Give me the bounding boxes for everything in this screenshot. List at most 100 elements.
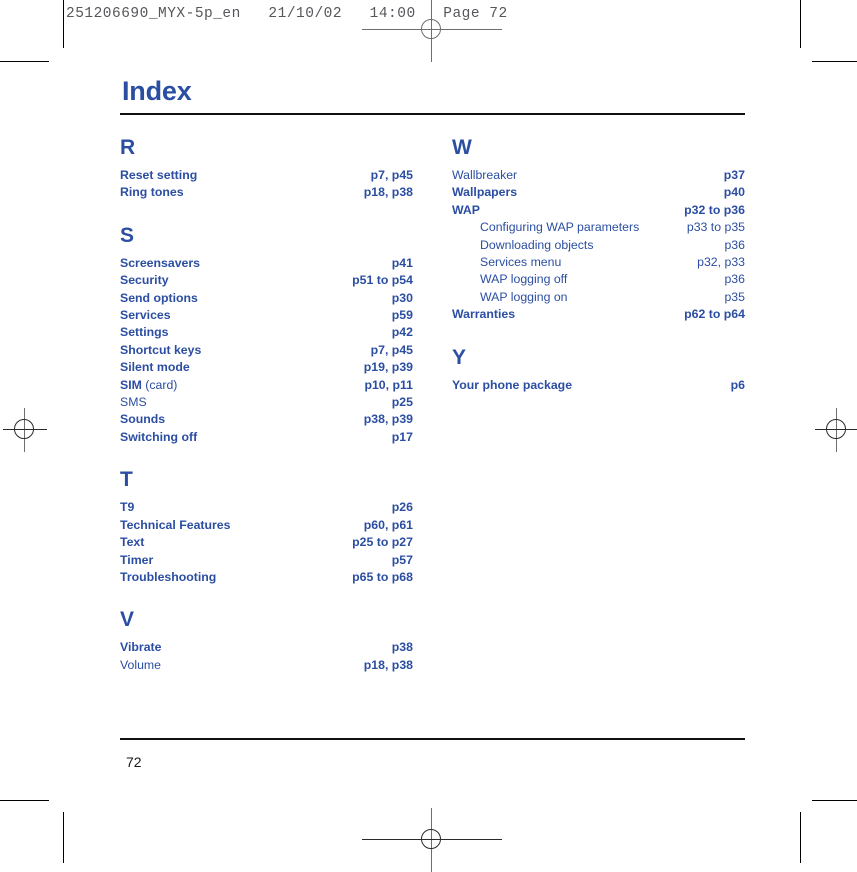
index-letter-group: S Screensavers p41 Security p51 to p54 Send o… — [120, 225, 413, 446]
index-entry-pages: p36 — [724, 237, 745, 252]
index-entry-pages: p41 — [391, 255, 413, 270]
index-entry-pages: p51 to p54 — [352, 273, 413, 288]
index-entry-label: SIM (card) — [120, 377, 177, 394]
index-columns: R Reset setting p7, p45 Ring tones p18, p38 S… — [120, 137, 745, 674]
index-entry-pages: p17 — [391, 429, 413, 444]
index-entry-pages: p65 to p68 — [352, 569, 413, 584]
index-entry-pages: p25 to p27 — [352, 535, 413, 550]
index-entry-label: Configuring WAP parameters — [480, 220, 640, 235]
index-entry[interactable]: Configuring WAP parameters p33 to p35 — [452, 219, 745, 236]
index-entry-label: SMS — [120, 395, 147, 410]
registration-ring — [826, 419, 846, 439]
index-entry-label: Troubleshooting — [120, 569, 217, 584]
index-entry-pages: p18, p38 — [363, 657, 413, 672]
index-letter-group: W Wallbreaker p37 Wallpapers p40 WAP p32 to p3… — [452, 137, 745, 324]
index-entry-label-main: SIM — [120, 377, 142, 392]
index-entry-label: Switching off — [120, 429, 198, 444]
index-entry[interactable]: Settings p42 — [120, 324, 413, 341]
index-entry-pages: p32 to p36 — [684, 202, 745, 217]
registration-mark-left — [3, 408, 47, 452]
crop-mark-bottom-left-horizontal — [0, 800, 49, 801]
index-letter-heading: T — [120, 468, 133, 492]
crop-mark-bottom-right-vertical — [800, 812, 801, 863]
index-entry[interactable]: T9 p26 — [120, 499, 413, 516]
index-entry[interactable]: Services p59 — [120, 307, 413, 324]
crop-mark-bottom-right-horizontal — [812, 800, 857, 801]
index-entry[interactable]: Downloading objects p36 — [452, 237, 745, 254]
index-entry[interactable]: Warranties p62 to p64 — [452, 306, 745, 323]
index-entry[interactable]: Wallbreaker p37 — [452, 167, 745, 184]
index-entry-label: Settings — [120, 325, 169, 340]
crop-mark-top-left-horizontal — [0, 61, 49, 62]
index-entry[interactable]: Vibrate p38 — [120, 639, 413, 656]
index-entry[interactable]: Send options p30 — [120, 290, 413, 307]
index-entry[interactable]: SIM (card) p10, p11 — [120, 377, 413, 394]
index-entry-label: Vibrate — [120, 640, 162, 655]
index-entry-pages: p59 — [391, 308, 413, 323]
index-entry-pages: p7, p45 — [370, 342, 413, 357]
index-entry-label: Ring tones — [120, 185, 184, 200]
index-entry-pages: p60, p61 — [363, 517, 413, 532]
crop-mark-top-right-vertical — [800, 0, 801, 48]
index-entry[interactable]: Silent mode p19, p39 — [120, 359, 413, 376]
registration-ring — [421, 829, 441, 849]
index-entry[interactable]: SMS p25 — [120, 394, 413, 411]
index-entry[interactable]: Shortcut keys p7, p45 — [120, 342, 413, 359]
index-column: W Wallbreaker p37 Wallpapers p40 WAP p32 to p3… — [452, 137, 745, 674]
index-entry-label: Silent mode — [120, 360, 190, 375]
page-title: Index — [122, 76, 192, 106]
index-entry-pages: p42 — [391, 325, 413, 340]
index-entry-label: Technical Features — [120, 517, 231, 532]
index-entry-pages: p33 to p35 — [686, 220, 745, 235]
index-entry[interactable]: Troubleshooting p65 to p68 — [120, 569, 413, 586]
index-entry-label: Shortcut keys — [120, 342, 202, 357]
index-letter-heading: W — [452, 136, 472, 159]
index-entry-label: Warranties — [452, 307, 516, 322]
index-entry-pages: p62 to p64 — [684, 307, 745, 322]
index-entry-pages: p40 — [723, 185, 745, 200]
index-entry-pages: p10, p11 — [364, 377, 413, 392]
index-entry[interactable]: WAP logging off p36 — [452, 271, 745, 288]
page-content: Index R Reset setting p7, p45 Ring tones p18… — [120, 78, 745, 674]
index-entry[interactable]: Services menu p32, p33 — [452, 254, 745, 271]
index-entry-pages: p26 — [391, 500, 413, 515]
index-letter-heading: Y — [452, 345, 466, 369]
index-entry-label: Reset setting — [120, 168, 198, 182]
index-letter-group: Y Your phone package p6 — [452, 347, 745, 394]
index-entry[interactable]: Sounds p38, p39 — [120, 411, 413, 428]
index-column: R Reset setting p7, p45 Ring tones p18, p38 S… — [120, 137, 413, 674]
index-entry[interactable]: Your phone package p6 — [452, 377, 745, 394]
index-entry-label: Text — [120, 535, 145, 550]
index-entry[interactable]: Switching off p17 — [120, 429, 413, 446]
index-entry-pages: p36 — [724, 272, 745, 287]
footer-rule — [120, 738, 745, 740]
index-entry[interactable]: WAP logging on p35 — [452, 289, 745, 306]
index-entry[interactable]: Text p25 to p27 — [120, 534, 413, 551]
index-letter-group: V Vibrate p38 Volume p18, p38 — [120, 609, 413, 674]
index-entry-pages: p37 — [723, 168, 745, 182]
index-entry[interactable]: Screensavers p41 — [120, 255, 413, 272]
index-entry-label: Services menu — [480, 255, 562, 270]
crop-mark-top-right-horizontal — [812, 61, 857, 62]
crop-mark-top-left-vertical — [63, 0, 64, 48]
index-entry[interactable]: Timer p57 — [120, 552, 413, 569]
crop-mark-bottom-left-vertical — [63, 812, 64, 863]
index-entry-label: WAP — [452, 202, 481, 217]
index-entry[interactable]: Wallpapers p40 — [452, 184, 745, 201]
index-entry-label: WAP logging off — [480, 272, 568, 287]
index-letter-group: R Reset setting p7, p45 Ring tones p18, p38 — [120, 137, 413, 202]
index-letter-heading: R — [120, 136, 135, 159]
registration-mark-right — [815, 408, 857, 452]
index-entry[interactable]: Technical Features p60, p61 — [120, 517, 413, 534]
index-entry[interactable]: Volume p18, p38 — [120, 657, 413, 674]
index-entry-pages: p30 — [391, 290, 413, 305]
index-entry-pages: p6 — [730, 377, 745, 392]
index-entry-label: Timer — [120, 552, 154, 567]
index-entry[interactable]: Security p51 to p54 — [120, 272, 413, 289]
index-entry[interactable]: WAP p32 to p36 — [452, 202, 745, 219]
index-entry-pages: p32, p33 — [697, 255, 745, 270]
index-entry-label: Screensavers — [120, 255, 200, 270]
index-entry[interactable]: Reset setting p7, p45 — [120, 167, 413, 184]
index-entry-label: Your phone package — [452, 377, 573, 392]
index-entry[interactable]: Ring tones p18, p38 — [120, 184, 413, 201]
